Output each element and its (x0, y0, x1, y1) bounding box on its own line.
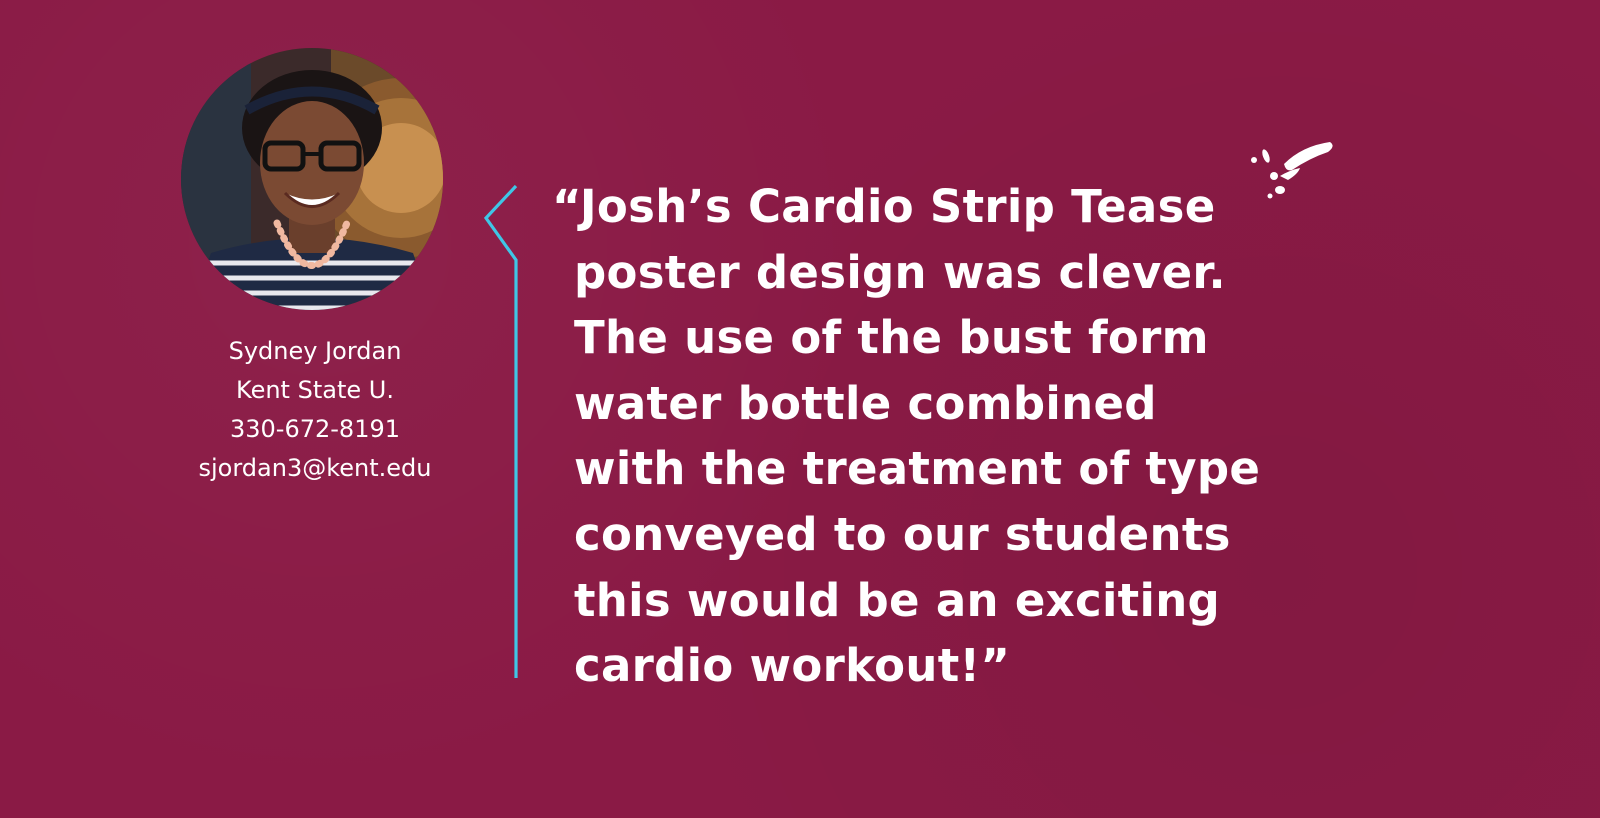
contact-info: Sydney Jordan Kent State U. 330-672-8191… (150, 332, 480, 488)
splash-icon (1251, 142, 1333, 199)
avatar (181, 48, 443, 310)
quote-line: poster design was clever. (574, 245, 1226, 299)
quote-line: cardio workout!” (574, 639, 1011, 693)
contact-affiliation: Kent State U. (236, 376, 394, 404)
contact-email: sjordan3@kent.edu (198, 454, 432, 482)
chevron-bracket-icon (483, 184, 518, 678)
quote-line: with the treatment of type (574, 442, 1261, 496)
quote-line: water bottle combined (574, 376, 1157, 430)
contact-phone: 330-672-8191 (229, 415, 400, 443)
quote-line: The use of the bust form (574, 311, 1209, 365)
quote-line: this would be an exciting (574, 573, 1221, 627)
testimonial-quote: “Josh’s Cardio Strip Tease poster design… (552, 174, 1312, 699)
quote-line: conveyed to our students (574, 507, 1231, 561)
portrait-illustration (181, 48, 443, 310)
contact-name: Sydney Jordan (228, 337, 402, 365)
quote-line: “Josh’s Cardio Strip Tease (552, 180, 1216, 233)
